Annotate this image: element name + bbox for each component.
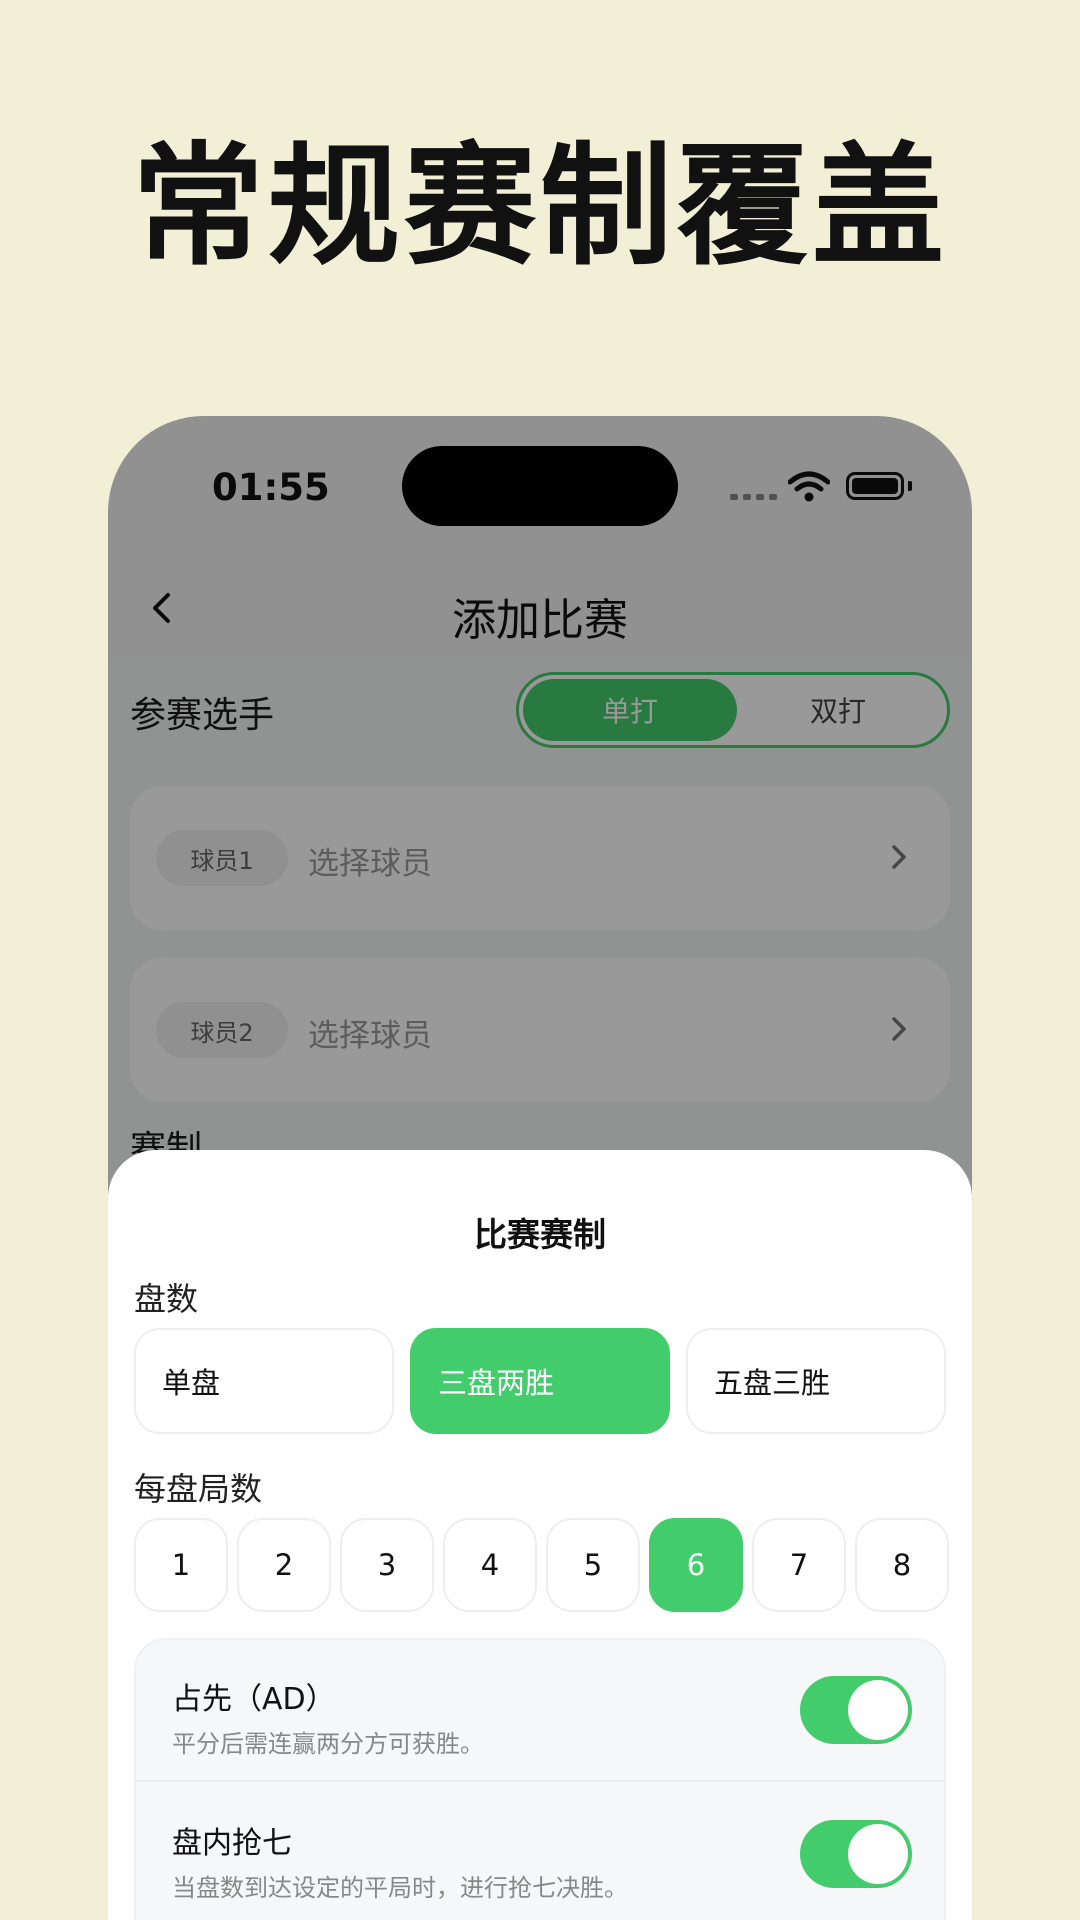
phone-frame: 01:55 添加比赛 参赛选手 单打 双打 球员1 选择球员 球员2 选择球员 … [108,416,972,1920]
match-format-sheet: 比赛赛制 盘数 单盘 三盘两胜 五盘三胜 每盘局数 1 2 3 4 5 6 7 … [108,1150,972,1920]
games-per-set-label: 每盘局数 [134,1470,263,1508]
tiebreak-desc: 当盘数到达设定的平局时，进行抢七决胜。 [172,1874,628,1902]
promo-headline: 常规赛制覆盖 [132,130,948,284]
switch-knob [848,1680,908,1740]
games-option-1[interactable]: 1 [134,1518,228,1612]
games-option-3[interactable]: 3 [340,1518,434,1612]
games-option-6[interactable]: 6 [649,1518,743,1612]
advantage-switch[interactable] [800,1676,912,1744]
advantage-desc: 平分后需连赢两分方可获胜。 [172,1730,484,1758]
advantage-title: 占先（AD） [172,1682,336,1717]
games-option-8[interactable]: 8 [855,1518,949,1612]
sets-label: 盘数 [134,1280,199,1318]
switch-knob [848,1824,908,1884]
app-screen: 01:55 添加比赛 参赛选手 单打 双打 球员1 选择球员 球员2 选择球员 … [108,416,972,1920]
set-option-best-of-five[interactable]: 五盘三胜 [686,1328,946,1434]
set-option-single[interactable]: 单盘 [134,1328,394,1434]
games-option-5[interactable]: 5 [546,1518,640,1612]
tiebreak-switch[interactable] [800,1820,912,1888]
games-option-4[interactable]: 4 [443,1518,537,1612]
games-option-7[interactable]: 7 [752,1518,846,1612]
set-option-best-of-three[interactable]: 三盘两胜 [410,1328,670,1434]
dynamic-island [402,446,678,526]
tiebreak-row: 盘内抢七 当盘数到达设定的平局时，进行抢七决胜。 [136,1784,944,1920]
games-option-2[interactable]: 2 [237,1518,331,1612]
advantage-row: 占先（AD） 平分后需连赢两分方可获胜。 [136,1640,944,1782]
tiebreak-title: 盘内抢七 [172,1826,292,1861]
sheet-title: 比赛赛制 [474,1215,606,1254]
rules-toggle-list: 占先（AD） 平分后需连赢两分方可获胜。 盘内抢七 当盘数到达设定的平局时，进行… [134,1638,946,1920]
